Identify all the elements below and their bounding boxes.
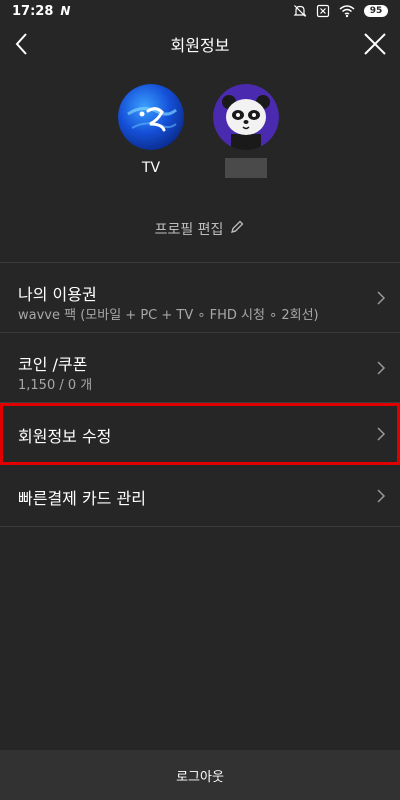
status-time: 17:28 <box>12 3 54 19</box>
profile-list: TV <box>0 84 400 194</box>
status-icons: 95 <box>293 4 388 18</box>
blue-planet-avatar <box>118 84 184 150</box>
profile-name-redacted <box>225 158 267 178</box>
pencil-icon <box>229 219 245 239</box>
menu-item-sub: wavve 팩 (모바일 + PC + TV ∘ FHD 시청 ∘ 2회선) <box>18 308 319 323</box>
chevron-right-icon <box>376 488 386 504</box>
profile-panda[interactable] <box>211 84 281 178</box>
chevron-right-icon <box>376 290 386 306</box>
menu-item-label: 코인 /쿠폰 <box>18 355 88 374</box>
page-title: 회원정보 <box>170 36 230 55</box>
menu-item-subscription[interactable]: 나의 이용권 wavve 팩 (모바일 + PC + TV ∘ FHD 시청 ∘… <box>0 263 400 333</box>
bell-muted-icon <box>293 4 307 18</box>
menu-item-sub: 1,150 / 0 개 <box>18 378 93 393</box>
panda-avatar <box>213 84 279 150</box>
menu-item-label: 빠른결제 카드 관리 <box>18 489 146 508</box>
profile-tv[interactable]: TV <box>116 84 186 178</box>
edit-profile-label: 프로필 편집 <box>154 222 224 238</box>
logout-label: 로그아웃 <box>176 769 224 785</box>
chevron-left-icon[interactable] <box>10 31 36 57</box>
chevron-right-icon <box>376 360 386 376</box>
menu-item-coin-coupon[interactable]: 코인 /쿠폰 1,150 / 0 개 <box>0 333 400 403</box>
profile-name: TV <box>141 160 161 176</box>
menu-item-edit-member-info[interactable]: 회원정보 수정 <box>0 403 400 465</box>
close-icon[interactable] <box>362 31 388 57</box>
account-menu: 나의 이용권 wavve 팩 (모바일 + PC + TV ∘ FHD 시청 ∘… <box>0 262 400 527</box>
wifi-icon <box>339 4 355 18</box>
menu-item-label: 회원정보 수정 <box>18 427 112 446</box>
top-bar: 회원정보 <box>0 22 400 66</box>
menu-item-label: 나의 이용권 <box>18 285 97 304</box>
chevron-right-icon <box>376 426 386 442</box>
sim-x-icon <box>316 4 330 18</box>
menu-item-quick-payment-card[interactable]: 빠른결제 카드 관리 <box>0 465 400 527</box>
logout-button[interactable]: 로그아웃 <box>0 750 400 800</box>
edit-profile-button[interactable]: 프로필 편집 <box>0 216 400 242</box>
status-bar: 17:28 N 95 <box>0 0 400 22</box>
notification-logo: N <box>60 4 71 18</box>
battery-icon: 95 <box>364 5 388 17</box>
